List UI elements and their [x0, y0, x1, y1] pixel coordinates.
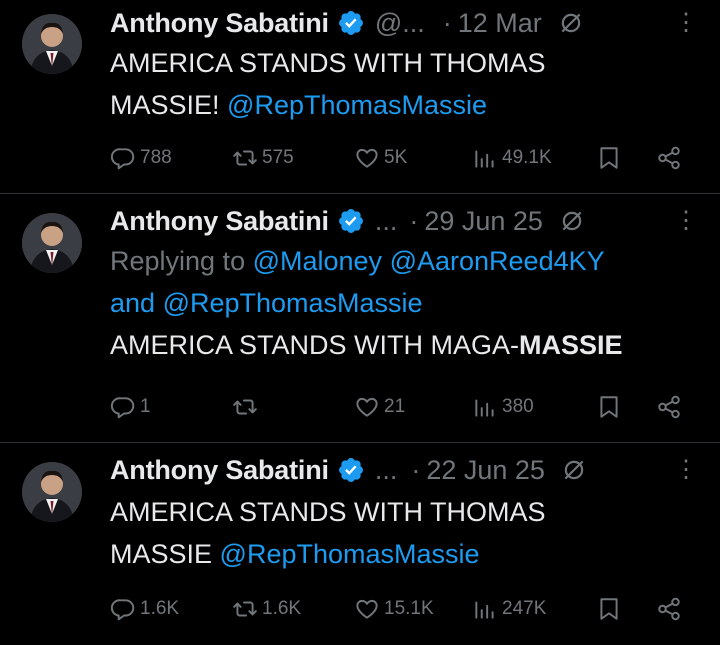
verified-badge-icon	[338, 458, 363, 482]
reply-icon	[110, 397, 135, 419]
views-icon	[475, 601, 494, 619]
share-button[interactable]	[656, 391, 686, 423]
bookmark-button[interactable]	[596, 593, 626, 625]
retweet-icon	[233, 399, 257, 415]
mention-link[interactable]: @RepThomasMassie	[220, 539, 480, 569]
tweet-date[interactable]: 22 Jun 25	[426, 455, 545, 486]
separator-dot: ·	[411, 454, 421, 485]
tweet-header: Anthony Sabatini @... · 12 Mar ⋮	[110, 6, 720, 40]
share-button[interactable]	[656, 142, 686, 174]
share-icon	[658, 597, 680, 621]
text-part: AMERICA STANDS WITH THOMAS	[110, 497, 546, 527]
bookmark-icon	[600, 598, 618, 620]
reply-button[interactable]: 1.6K	[110, 593, 179, 625]
like-count: 21	[384, 396, 406, 417]
action-bar: 1 21 380	[110, 391, 700, 423]
views-count: 380	[502, 396, 534, 417]
mention-link[interactable]: @RepThomasMassie	[227, 90, 487, 120]
avatar[interactable]	[22, 14, 82, 74]
more-icon[interactable]: ⋮	[674, 209, 698, 233]
mention-link[interactable]: @RepThomasMassie	[163, 288, 423, 318]
author-name[interactable]: Anthony Sabatini	[110, 206, 329, 237]
views-button[interactable]: 247K	[472, 593, 546, 625]
avatar[interactable]	[22, 213, 82, 273]
verified-badge-icon	[338, 209, 363, 233]
reply-count: 788	[140, 147, 172, 168]
author-name[interactable]: Anthony Sabatini	[110, 455, 329, 486]
replying-and[interactable]: and	[110, 288, 155, 318]
bookmark-button[interactable]	[596, 391, 626, 423]
retweet-icon	[233, 601, 257, 617]
tweet-header: Anthony Sabatini ... · 22 Jun 25 ⋮	[110, 453, 720, 487]
tweet-header: Anthony Sabatini ... · 29 Jun 25 ⋮	[110, 204, 720, 238]
tweet-date[interactable]: 12 Mar	[458, 8, 542, 39]
bookmark-button[interactable]	[596, 142, 626, 174]
share-icon	[658, 146, 680, 170]
tweet[interactable]: Anthony Sabatini ... · 29 Jun 25 ⋮ Reply…	[0, 194, 720, 443]
views-count: 247K	[502, 598, 547, 619]
action-bar: 1.6K 1.6K 15.1K 247K	[110, 593, 700, 625]
retweet-button[interactable]	[232, 391, 262, 423]
author-handle[interactable]: ...	[375, 206, 398, 237]
views-icon	[475, 150, 494, 168]
reply-button[interactable]: 788	[110, 142, 172, 174]
mention-link[interactable]: @Maloney	[253, 246, 382, 276]
text-part: MASSIE!	[110, 90, 228, 120]
author-handle[interactable]: @...	[375, 8, 425, 39]
tweet-text: AMERICA STANDS WITH THOMAS MASSIE! @RepT…	[110, 42, 710, 126]
retweet-icon	[233, 150, 257, 166]
tweet-date[interactable]: 29 Jun 25	[424, 206, 543, 237]
reply-count: 1.6K	[140, 598, 180, 619]
more-icon[interactable]: ⋮	[674, 11, 698, 35]
like-icon	[356, 148, 378, 168]
reply-icon	[110, 599, 135, 621]
text-part: AMERICA STANDS WITH MAGA-	[110, 330, 520, 360]
grok-icon[interactable]	[559, 208, 585, 234]
views-button[interactable]: 49.1K	[472, 142, 552, 174]
retweet-button[interactable]: 575	[232, 142, 294, 174]
like-icon	[356, 599, 378, 619]
views-button[interactable]: 380	[472, 391, 534, 423]
views-icon	[475, 399, 494, 417]
like-count: 15.1K	[384, 598, 434, 619]
views-count: 49.1K	[502, 147, 552, 168]
like-button[interactable]: 15.1K	[354, 593, 434, 625]
tweet-text: AMERICA STANDS WITH THOMAS MASSIE @RepTh…	[110, 491, 710, 575]
bookmark-icon	[600, 396, 618, 418]
grok-icon[interactable]	[561, 457, 587, 483]
action-bar: 788 575 5K 49.1K	[110, 142, 700, 174]
tweet-text: Replying to @Maloney @AaronReed4KY and @…	[110, 240, 710, 366]
retweet-button[interactable]: 1.6K	[232, 593, 301, 625]
separator-dot: ·	[442, 7, 452, 38]
more-icon[interactable]: ⋮	[674, 458, 698, 482]
reply-button[interactable]: 1	[110, 391, 151, 423]
share-icon	[658, 395, 680, 419]
author-handle[interactable]: ...	[375, 455, 398, 486]
bookmark-icon	[600, 147, 618, 169]
text-part: MASSIE	[110, 539, 220, 569]
like-icon	[356, 397, 378, 417]
text-bold: MASSIE	[519, 330, 623, 360]
replying-label: Replying to	[110, 246, 253, 276]
retweet-count: 1.6K	[262, 598, 302, 619]
avatar[interactable]	[22, 462, 82, 522]
verified-badge-icon	[338, 11, 363, 35]
text-part: AMERICA STANDS WITH THOMAS	[110, 48, 546, 78]
like-button[interactable]: 21	[354, 391, 405, 423]
author-name[interactable]: Anthony Sabatini	[110, 8, 329, 39]
tweet[interactable]: Anthony Sabatini @... · 12 Mar ⋮ AMERICA…	[0, 0, 720, 194]
like-count: 5K	[384, 147, 408, 168]
mention-link[interactable]: @AaronReed4KY	[390, 246, 605, 276]
tweet[interactable]: Anthony Sabatini ... · 22 Jun 25 ⋮ AMERI…	[0, 443, 720, 645]
like-button[interactable]: 5K	[354, 142, 407, 174]
share-button[interactable]	[656, 593, 686, 625]
grok-icon[interactable]	[558, 10, 584, 36]
separator-dot: ·	[409, 205, 419, 236]
reply-icon	[110, 148, 135, 170]
retweet-count: 575	[262, 147, 294, 168]
reply-count: 1	[140, 396, 151, 417]
